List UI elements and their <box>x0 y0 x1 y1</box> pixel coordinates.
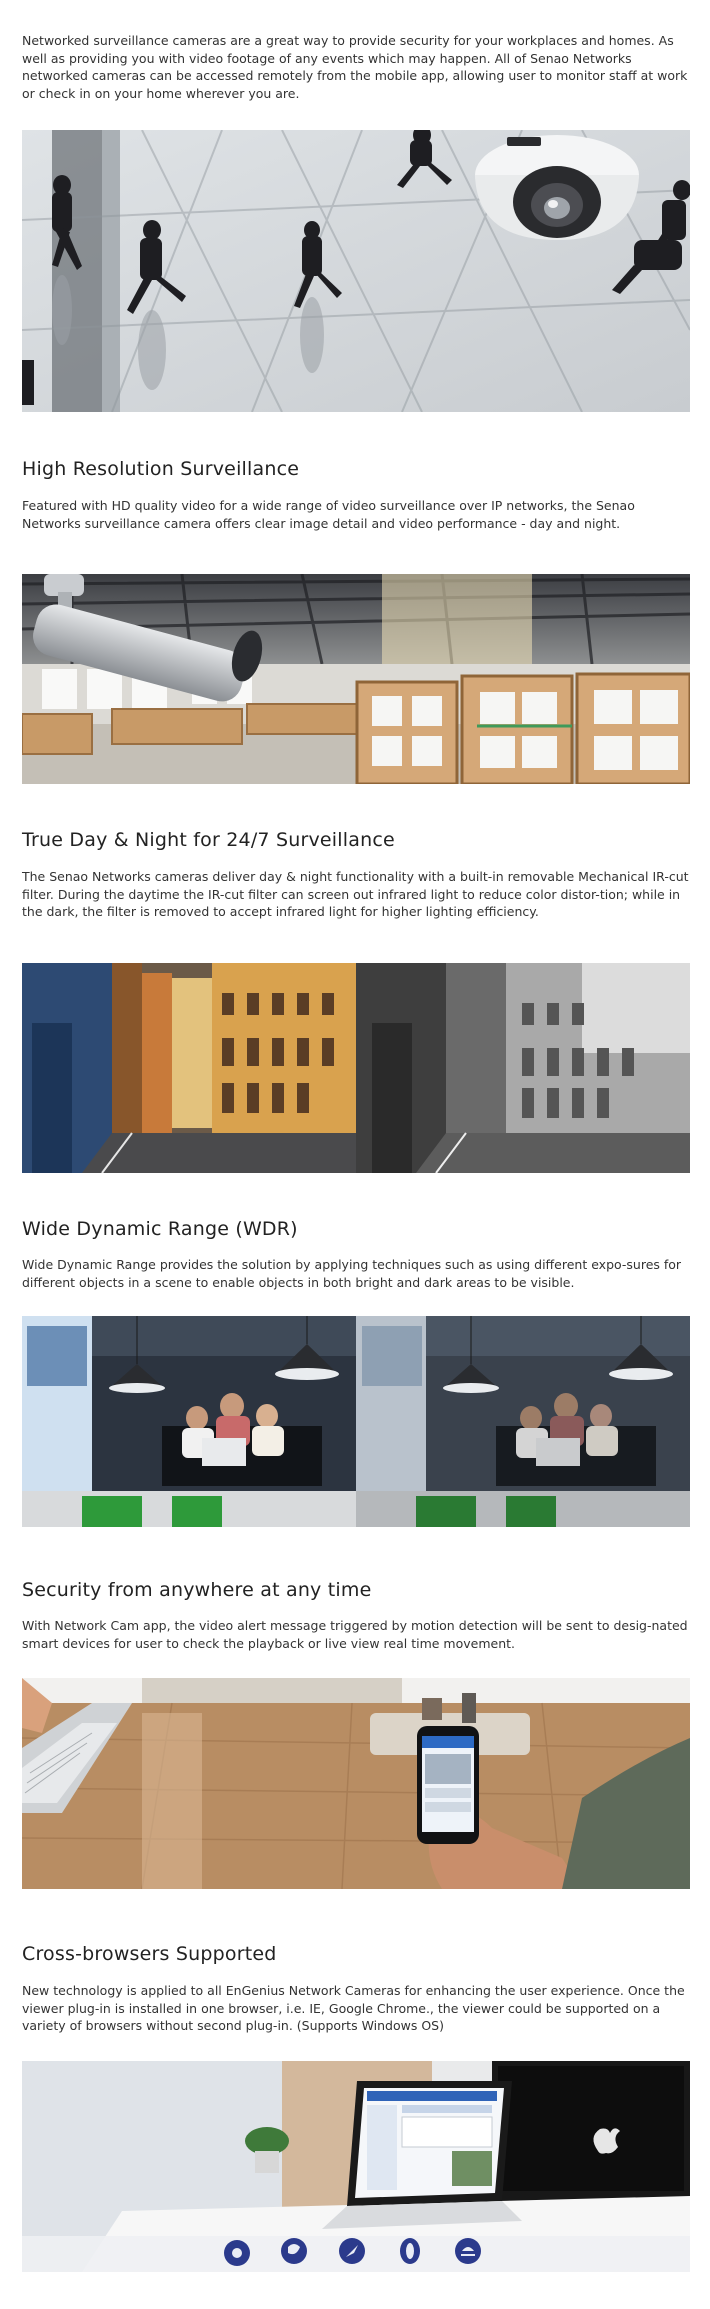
mobile-app-image <box>22 1678 690 1889</box>
section-title-day-night: True Day & Night for 24/7 Surveillance <box>22 829 395 851</box>
section-body-high-resolution: Featured with HD quality video for a wid… <box>22 498 635 531</box>
lobby-dome-camera-image <box>22 130 690 412</box>
section-title-wdr: Wide Dynamic Range (WDR) <box>22 1218 298 1240</box>
section-body-day-night: The Senao Networks cameras deliver day &… <box>22 869 689 919</box>
day-night-street-image <box>22 963 690 1173</box>
wdr-office-image <box>22 1316 690 1527</box>
section-body-security: With Network Cam app, the video alert me… <box>22 1618 688 1651</box>
warehouse-bullet-camera-image <box>22 574 690 784</box>
cross-browser-laptop-image <box>22 2061 690 2272</box>
section-body-cross-browsers: New technology is applied to all EnGeniu… <box>22 1983 685 2033</box>
section-title-cross-browsers: Cross-browsers Supported <box>22 1943 277 1965</box>
section-title-high-resolution: High Resolution Surveillance <box>22 458 300 480</box>
section-title-security: Security from anywhere at any time <box>22 1579 372 1601</box>
intro-text: Networked surveillance cameras are a gre… <box>22 33 688 101</box>
section-body-wdr: Wide Dynamic Range provides the solution… <box>22 1257 682 1290</box>
